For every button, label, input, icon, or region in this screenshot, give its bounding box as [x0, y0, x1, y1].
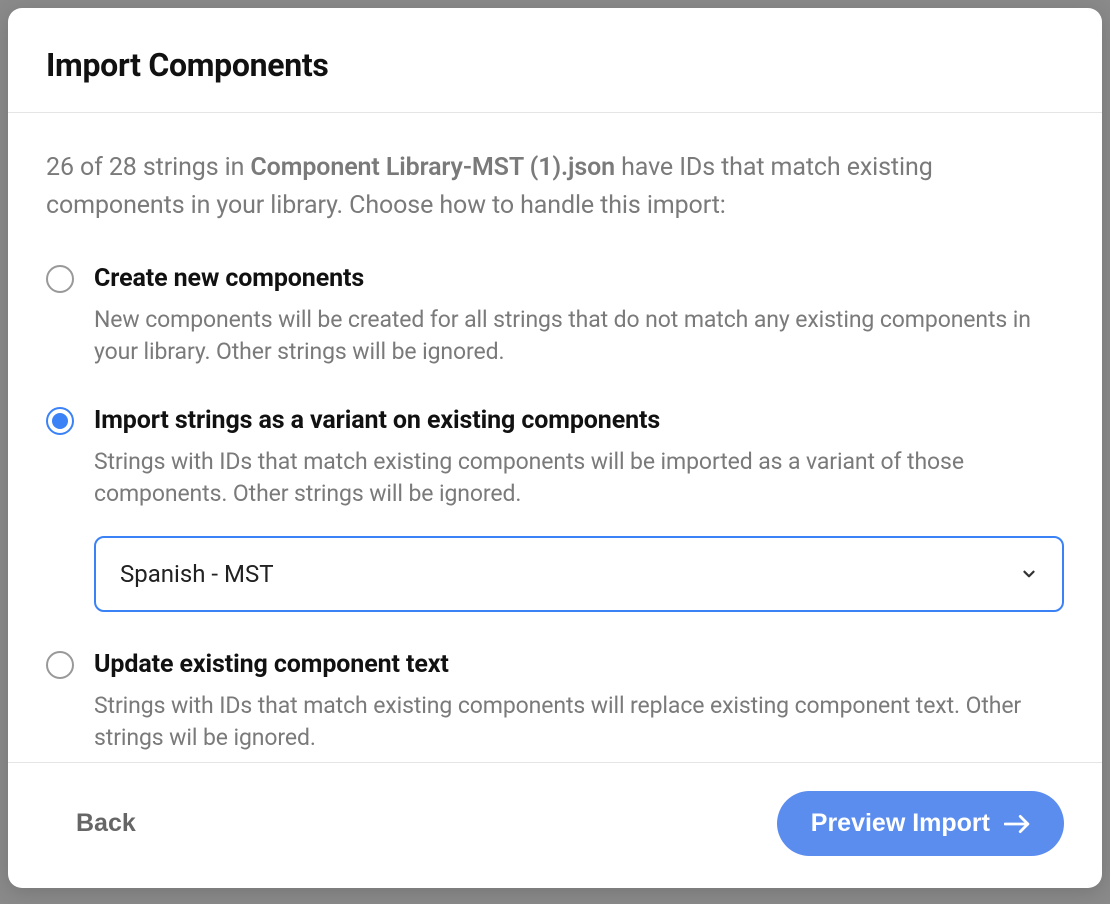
modal-body: 26 of 28 strings in Component Library-MS… — [8, 113, 1102, 762]
option-import-variant[interactable]: Import strings as a variant on existing … — [46, 404, 1064, 612]
modal-title: Import Components — [46, 46, 1064, 84]
preview-button-label: Preview Import — [811, 809, 990, 838]
option-desc: New components will be created for all s… — [94, 304, 1064, 368]
desc-prefix: 26 of 28 strings in — [46, 153, 250, 182]
chevron-down-icon — [1020, 565, 1038, 583]
option-content: Create new components New components wil… — [94, 262, 1064, 368]
option-title: Update existing component text — [94, 648, 1064, 682]
modal-footer: Back Preview Import — [8, 762, 1102, 888]
arrow-right-icon — [1004, 814, 1030, 834]
radio-update-existing[interactable] — [46, 651, 74, 679]
radio-import-variant[interactable] — [46, 407, 74, 435]
modal-header: Import Components — [8, 8, 1102, 113]
radio-create-new[interactable] — [46, 265, 74, 293]
option-content: Update existing component text Strings w… — [94, 648, 1064, 754]
import-components-modal: Import Components 26 of 28 strings in Co… — [8, 8, 1102, 888]
option-desc: Strings with IDs that match existing com… — [94, 446, 1064, 510]
back-button[interactable]: Back — [46, 797, 166, 850]
variant-select-value: Spanish - MST — [120, 560, 274, 588]
option-title: Import strings as a variant on existing … — [94, 404, 1064, 438]
option-desc: Strings with IDs that match existing com… — [94, 690, 1064, 754]
option-create-new[interactable]: Create new components New components wil… — [46, 262, 1064, 368]
variant-select[interactable]: Spanish - MST — [94, 536, 1064, 612]
option-title: Create new components — [94, 262, 1064, 296]
desc-filename: Component Library-MST (1).json — [250, 153, 615, 182]
import-description: 26 of 28 strings in Component Library-MS… — [46, 149, 1064, 224]
option-content: Import strings as a variant on existing … — [94, 404, 1064, 612]
variant-select-wrapper: Spanish - MST — [94, 536, 1064, 612]
option-update-existing[interactable]: Update existing component text Strings w… — [46, 648, 1064, 754]
preview-import-button[interactable]: Preview Import — [777, 791, 1064, 856]
